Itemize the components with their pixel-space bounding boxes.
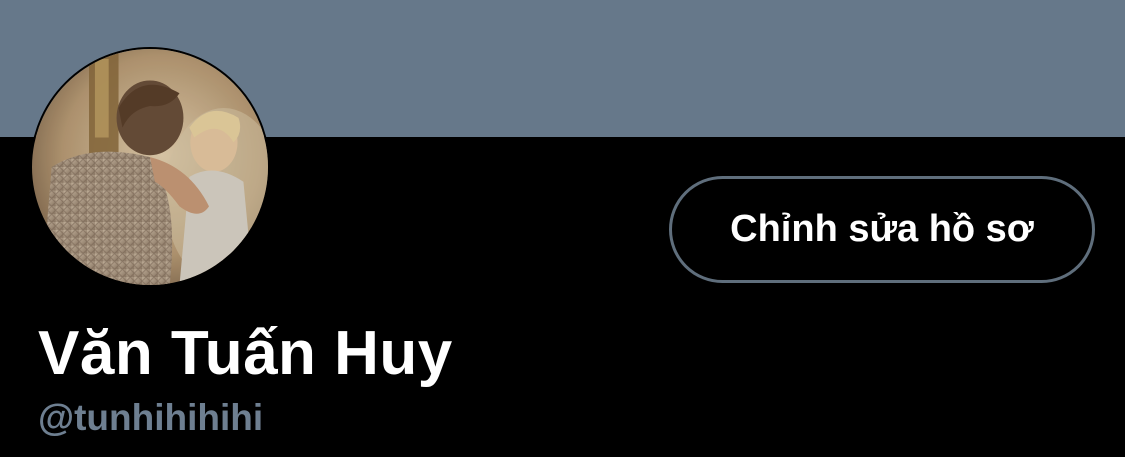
edit-profile-button[interactable]: Chỉnh sửa hồ sơ xyxy=(669,176,1095,283)
avatar-photo xyxy=(32,49,268,285)
profile-header: Chỉnh sửa hồ sơ Văn Tuấn Huy @tunhihihih… xyxy=(0,0,1125,457)
avatar[interactable] xyxy=(30,47,270,287)
display-name: Văn Tuấn Huy xyxy=(38,319,453,388)
user-handle: @tunhihihihi xyxy=(38,397,264,438)
edit-profile-button-label: Chỉnh sửa hồ sơ xyxy=(730,208,1034,250)
